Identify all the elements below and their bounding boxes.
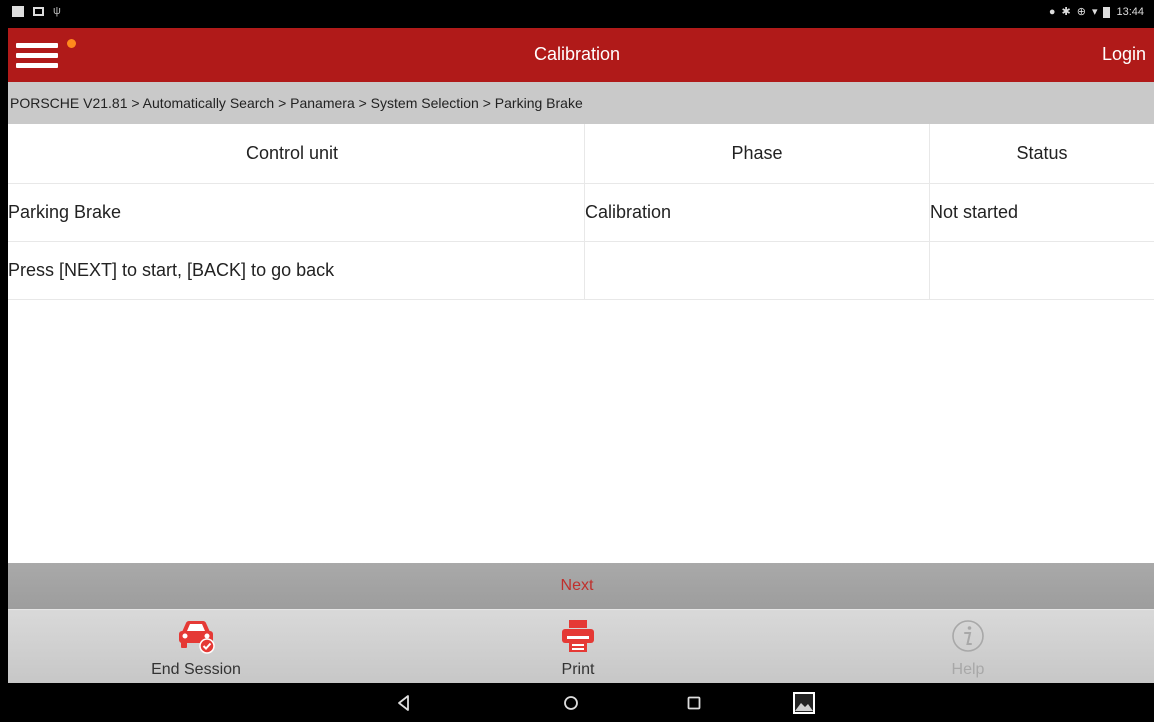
table-cell-control-unit: Parking Brake [8,202,122,222]
table-row: Parking Brake Calibration Not started [0,184,1154,242]
screen-bezel [0,0,8,722]
help-button[interactable]: Help [868,610,1068,684]
table-cell-phase [584,242,929,299]
page-title: Calibration [533,44,621,64]
breadcrumb: PORSCHE V21.81 > Automatically Search > … [0,82,1154,124]
bluetooth-icon: ✱ [1061,6,1071,18]
table-cell-instruction: Press [NEXT] to start, [BACK] to go back [8,260,335,280]
column-header-status: Status [929,124,1154,183]
gallery-icon[interactable] [792,691,816,715]
end-session-button[interactable]: End Session [96,610,296,684]
print-label: Print [561,661,595,678]
next-button[interactable]: Next [0,563,1154,609]
printer-icon [562,620,594,652]
info-icon [952,620,984,652]
login-button[interactable]: Login [1102,44,1146,65]
end-session-label: End Session [151,661,241,678]
system-navigation-bar [0,683,1154,722]
print-button[interactable]: Print [478,610,678,684]
wifi-icon: ▾ [1091,6,1098,18]
column-header-phase: Phase [584,124,929,183]
home-icon[interactable] [560,692,582,714]
status-bar: ψ ● ✱ ⊕ ▾ 13:44 [0,0,1154,28]
back-icon[interactable] [393,692,415,714]
sync-icon: ⊕ [1076,6,1086,18]
recents-icon[interactable] [683,692,705,714]
notification-icon [12,6,24,17]
app-bar: Calibration Login [0,28,1154,82]
usb-icon: ψ [53,5,61,17]
table-cell-status: Not started [929,184,1154,241]
car-check-icon [179,621,215,654]
location-icon: ● [1048,6,1056,18]
screenshot-icon [33,7,44,16]
table-cell-phase: Calibration [584,184,929,241]
table-header: Control unit Phase Status [0,124,1154,184]
help-label: Help [951,661,985,678]
calibration-table: Control unit Phase Status Parking Brake … [0,124,1154,300]
table-cell-status [929,242,1154,299]
status-time: 13:44 [1116,6,1144,18]
table-row: Press [NEXT] to start, [BACK] to go back [0,242,1154,300]
column-header-control-unit: Control unit [245,143,339,163]
bottom-toolbar: End Session Print Help [0,609,1154,683]
battery-icon [1103,6,1111,18]
